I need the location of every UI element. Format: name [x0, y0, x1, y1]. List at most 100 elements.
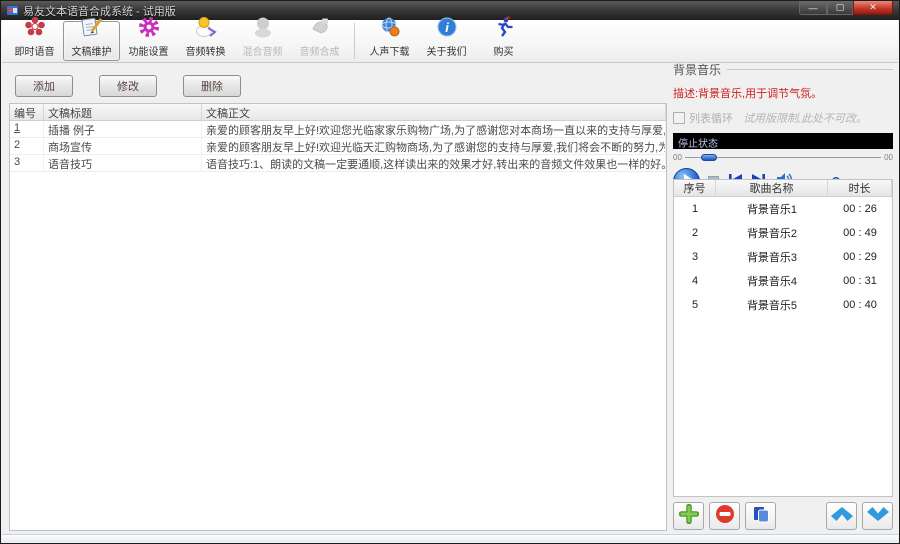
loop-option-row: 列表循环 试用版限制,此处不可改。	[673, 110, 893, 126]
header-title[interactable]: 文稿标题	[44, 104, 202, 120]
svg-text:i: i	[445, 20, 449, 35]
row-title: 商场宣传	[44, 138, 202, 154]
table-row[interactable]: 1 插播 例子 亲爱的顾客朋友早上好!欢迎您光临家家乐购物广场,为了感谢您对本商…	[10, 121, 666, 138]
toolbar-label: 音频转换	[185, 47, 226, 58]
playlist-row[interactable]: 2 背景音乐2 00 : 49	[674, 221, 892, 245]
toolbar-mix-audio: 混合音频	[234, 17, 291, 61]
song-name: 背景音乐5	[746, 300, 798, 312]
row-body: 亲爱的顾客朋友早上好!欢迎您光临家家乐购物广场,为了感谢您对本商场一直以来的支持…	[202, 121, 666, 137]
toolbar-about[interactable]: i 关于我们	[418, 17, 475, 61]
seek-bar-row: 00 00	[673, 151, 893, 164]
row-body: 语音技巧:1、朗读的文稿一定要通顺,这样读出来的效果才好,转出来的音频文件效果也…	[202, 155, 666, 171]
mix-audio-icon	[251, 15, 275, 43]
song-name: 背景音乐2	[746, 228, 798, 240]
playlist-row[interactable]: 3 背景音乐3 00 : 29	[674, 245, 892, 269]
music-description: 描述:背景音乐,用于调节气氛。	[673, 88, 823, 100]
song-duration: 00 : 31	[843, 275, 877, 287]
toolbar-label: 即时语音	[14, 47, 55, 58]
toolbar-script-maintenance[interactable]: 文稿维护	[63, 17, 120, 61]
header-duration[interactable]: 时长	[828, 180, 892, 196]
header-id[interactable]: 编号	[10, 104, 44, 120]
actions-spacer	[781, 502, 821, 531]
modify-button[interactable]: 修改	[99, 75, 157, 97]
script-table-header: 编号 文稿标题 文稿正文	[10, 104, 666, 121]
toolbar-settings[interactable]: 功能设置	[120, 17, 177, 61]
song-duration: 00 : 40	[843, 299, 877, 311]
playlist-table: 序号 歌曲名称 时长 1 背景音乐1 00 : 26 2 背景音乐2 00 : …	[673, 179, 893, 497]
move-up-button[interactable]	[826, 502, 857, 530]
song-duration: 00 : 49	[843, 227, 877, 239]
maximize-button[interactable]: ▢	[827, 1, 853, 15]
song-duration: 00 : 26	[843, 203, 877, 215]
playlist-header: 序号 歌曲名称 时长	[674, 180, 892, 197]
song-name: 背景音乐3	[746, 252, 798, 264]
song-duration: 00 : 29	[843, 251, 877, 263]
seek-slider[interactable]	[684, 153, 882, 162]
loop-checkbox	[673, 112, 685, 124]
gear-icon	[137, 15, 161, 43]
plus-icon	[678, 503, 699, 529]
edit-document-icon	[80, 15, 104, 43]
toolbar-separator	[354, 23, 355, 59]
move-down-button[interactable]	[862, 502, 893, 530]
instant-voice-icon	[23, 15, 47, 43]
close-button[interactable]: ✕	[853, 1, 893, 15]
song-no: 2	[691, 227, 699, 239]
song-name: 背景音乐1	[746, 204, 798, 216]
toolbar-audio-synth: 音频合成	[291, 18, 348, 61]
song-no: 1	[691, 203, 699, 215]
toolbar-voice-download[interactable]: 人声下载	[361, 17, 418, 61]
add-button[interactable]: 添加	[15, 75, 73, 97]
audio-convert-icon	[194, 15, 218, 43]
header-song-name[interactable]: 歌曲名称	[716, 180, 828, 196]
globe-download-icon	[378, 15, 402, 43]
toolbar-instant-voice[interactable]: 即时语音	[6, 16, 63, 61]
app-window: 易友文本语音合成系统 - 试用版 — ▢ ✕ 即时语音 文稿维护 功能设置 音频…	[0, 0, 900, 544]
app-icon	[7, 6, 18, 15]
group-title: 背景音乐	[673, 63, 722, 77]
table-row[interactable]: 2 商场宣传 亲爱的顾客朋友早上好!欢迎光临天汇购物商场,为了感谢您的支持与厚爱…	[10, 138, 666, 155]
toolbar-buy[interactable]: 购买	[475, 16, 532, 61]
seek-thumb[interactable]	[700, 154, 717, 161]
delete-button[interactable]: 删除	[183, 75, 241, 97]
toolbar-audio-convert[interactable]: 音频转换	[177, 17, 234, 61]
loop-label: 列表循环	[689, 113, 733, 125]
remaining-time: 00	[884, 153, 893, 162]
info-icon: i	[435, 15, 459, 43]
toolbar-label: 购买	[493, 47, 514, 58]
song-no: 5	[691, 299, 699, 311]
song-no: 4	[691, 275, 699, 287]
audio-synth-icon	[308, 15, 332, 43]
playlist-actions	[673, 502, 893, 531]
table-row[interactable]: 3 语音技巧 语音技巧:1、朗读的文稿一定要通顺,这样读出来的效果才好,转出来的…	[10, 155, 666, 172]
header-no[interactable]: 序号	[674, 180, 716, 196]
copy-icon	[751, 504, 771, 529]
chevron-up-icon	[830, 506, 854, 527]
group-header: 背景音乐	[673, 61, 893, 78]
add-song-button[interactable]	[673, 502, 704, 530]
running-man-icon	[492, 15, 516, 43]
playlist-row[interactable]: 1 背景音乐1 00 : 26	[674, 197, 892, 221]
row-id: 1	[10, 121, 44, 137]
toolbar-label: 文稿维护	[71, 47, 112, 58]
chevron-down-icon	[866, 506, 890, 527]
song-name: 背景音乐4	[746, 276, 798, 288]
playlist-row[interactable]: 4 背景音乐4 00 : 31	[674, 269, 892, 293]
group-divider	[727, 69, 893, 70]
toolbar-label: 音频合成	[299, 47, 340, 58]
toolbar-label: 混合音频	[242, 47, 283, 58]
status-bar	[2, 534, 898, 542]
row-title: 插播 例子	[44, 121, 202, 137]
toolbar-label: 功能设置	[128, 47, 169, 58]
row-id: 3	[10, 155, 44, 171]
toolbar-label: 关于我们	[426, 47, 467, 58]
copy-song-button[interactable]	[745, 502, 776, 530]
minus-icon	[715, 504, 735, 529]
remove-song-button[interactable]	[709, 502, 740, 530]
playlist-row[interactable]: 5 背景音乐5 00 : 40	[674, 293, 892, 317]
script-actions: 添加 修改 删除	[15, 75, 241, 97]
minimize-button[interactable]: —	[799, 1, 827, 15]
header-body[interactable]: 文稿正文	[202, 104, 666, 120]
row-body: 亲爱的顾客朋友早上好!欢迎光临天汇购物商场,为了感谢您的支持与厚爱,我们将会不断…	[202, 138, 666, 154]
background-music-panel: 背景音乐 描述:背景音乐,用于调节气氛。 列表循环 试用版限制,此处不可改。 停…	[673, 61, 893, 531]
